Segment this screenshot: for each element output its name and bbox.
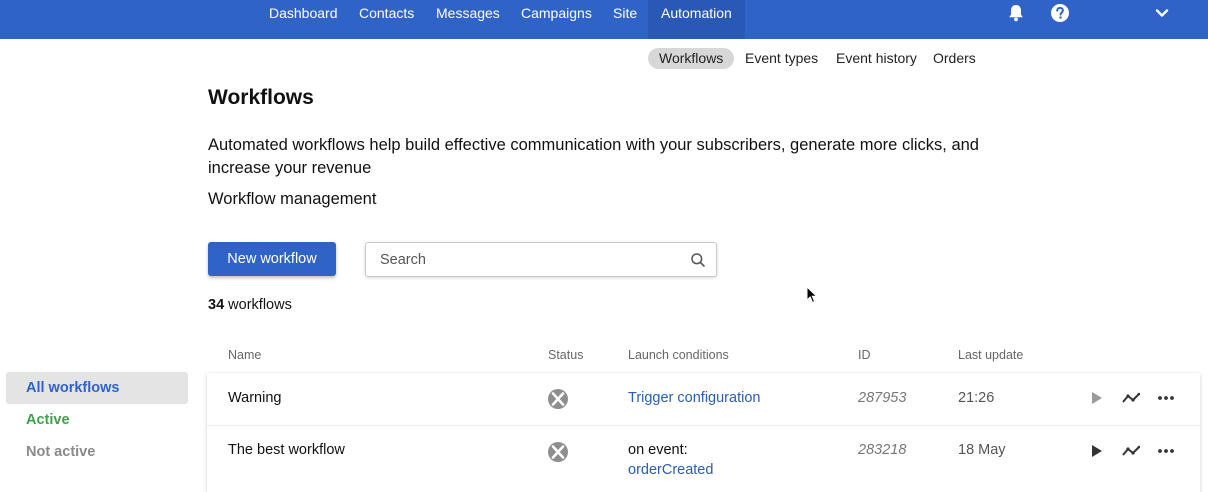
- workflow-name[interactable]: Warning: [228, 390, 281, 406]
- search-icon[interactable]: [690, 252, 706, 268]
- nav-contacts[interactable]: Contacts: [359, 0, 414, 39]
- workflow-id: 287953: [858, 390, 907, 406]
- column-header-launch-conditions[interactable]: Launch conditions: [628, 348, 729, 362]
- new-workflow-button[interactable]: New workflow: [208, 242, 336, 276]
- table-row[interactable]: Warning Trigger configuration 287953 21:…: [207, 373, 1200, 425]
- filter-active[interactable]: Active: [6, 404, 188, 436]
- stats-icon[interactable]: [1122, 442, 1140, 460]
- workflow-id: 283218: [858, 442, 907, 458]
- status-inactive-icon: [548, 442, 568, 462]
- play-icon[interactable]: [1087, 442, 1105, 460]
- chevron-down-icon[interactable]: [1152, 3, 1172, 23]
- column-header-name[interactable]: Name: [228, 348, 261, 362]
- nav-messages[interactable]: Messages: [436, 0, 500, 39]
- workflow-table: Warning Trigger configuration 287953 21:…: [207, 373, 1200, 492]
- filter-not-active[interactable]: Not active: [6, 436, 188, 468]
- page-title: Workflows: [208, 86, 314, 109]
- trigger-configuration-link[interactable]: Trigger configuration: [628, 390, 760, 406]
- last-update: 18 May: [958, 442, 1006, 458]
- launch-event-prefix: on event:: [628, 442, 688, 458]
- tab-event-types[interactable]: Event types: [745, 48, 818, 69]
- status-inactive-icon: [548, 389, 568, 409]
- last-update: 21:26: [958, 390, 995, 406]
- help-icon[interactable]: [1050, 3, 1070, 23]
- stats-icon[interactable]: [1122, 389, 1140, 407]
- workflow-count: 34 workflows: [208, 297, 292, 313]
- launch-conditions: Trigger configuration: [628, 388, 760, 408]
- mouse-cursor-icon: [806, 286, 818, 304]
- event-name-link[interactable]: orderCreated: [628, 460, 713, 480]
- workflow-count-number: 34: [208, 297, 225, 313]
- more-icon[interactable]: [1157, 389, 1175, 407]
- top-navigation-bar: Dashboard Contacts Messages Campaigns Si…: [0, 0, 1208, 39]
- search-box: [365, 242, 717, 277]
- nav-dashboard[interactable]: Dashboard: [269, 0, 338, 39]
- search-input[interactable]: [380, 243, 680, 276]
- tab-orders[interactable]: Orders: [933, 48, 976, 69]
- play-icon[interactable]: [1087, 389, 1105, 407]
- tab-workflows[interactable]: Workflows: [648, 48, 735, 69]
- column-header-status[interactable]: Status: [548, 348, 583, 362]
- bell-icon[interactable]: [1006, 3, 1026, 23]
- column-header-id[interactable]: ID: [858, 348, 871, 362]
- nav-automation[interactable]: Automation: [648, 0, 745, 39]
- page-description: Automated workflows help build effective…: [208, 136, 979, 177]
- nav-campaigns[interactable]: Campaigns: [521, 0, 592, 39]
- tab-event-history[interactable]: Event history: [836, 48, 917, 69]
- filter-all-workflows[interactable]: All workflows: [6, 372, 188, 404]
- workflow-count-label: workflows: [228, 297, 292, 313]
- workflow-name[interactable]: The best workflow: [228, 442, 345, 458]
- more-icon[interactable]: [1157, 442, 1175, 460]
- column-header-last-update[interactable]: Last update: [958, 348, 1023, 362]
- section-title: Workflow management: [208, 190, 377, 208]
- table-row[interactable]: The best workflow on event: orderCreated…: [207, 425, 1200, 480]
- nav-site[interactable]: Site: [613, 0, 637, 39]
- launch-conditions: on event: orderCreated: [628, 440, 713, 480]
